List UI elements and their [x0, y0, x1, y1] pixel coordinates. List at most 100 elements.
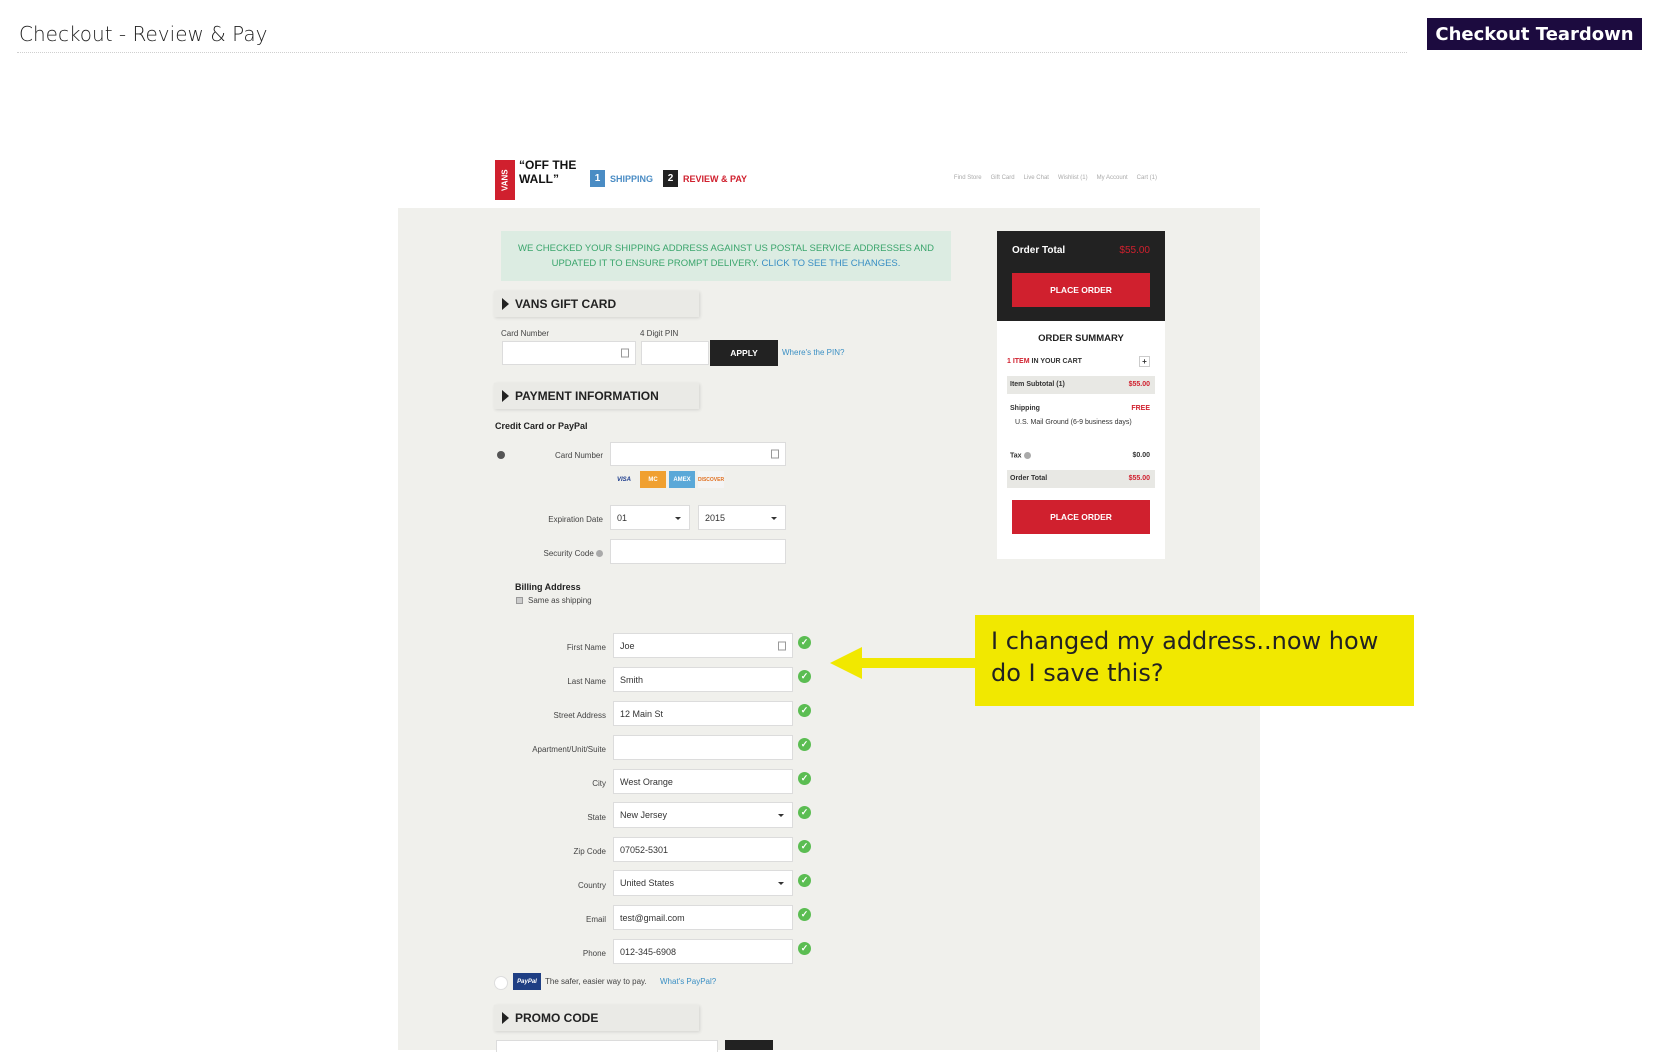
promo-apply-button[interactable]: [725, 1040, 773, 1050]
top-link[interactable]: Find Store: [954, 175, 982, 181]
chevron-down-icon: [675, 516, 681, 520]
caret-right-icon: [502, 390, 509, 402]
exp-month-select[interactable]: 01: [610, 505, 690, 530]
field-label: Email: [585, 915, 606, 924]
top-link[interactable]: Gift Card: [991, 175, 1015, 181]
field-label: City: [592, 779, 606, 788]
street-address-input[interactable]: 12 Main St: [613, 701, 793, 726]
apply-button[interactable]: APPLY: [710, 340, 778, 366]
city-input[interactable]: West Orange: [613, 769, 793, 794]
paypal-radio[interactable]: [494, 976, 508, 990]
help-icon[interactable]: [596, 550, 603, 558]
security-code-label: Security Code: [508, 549, 603, 558]
paypal-text: The safer, easier way to pay.: [545, 977, 647, 986]
field-label: Street Address: [553, 711, 606, 720]
top-link[interactable]: Wishlist (1): [1058, 175, 1088, 181]
payment-heading[interactable]: PAYMENT INFORMATION: [494, 383, 699, 409]
top-link[interactable]: Live Chat: [1024, 175, 1049, 181]
check-icon: ✓: [798, 772, 811, 785]
zip-code-input[interactable]: 07052-5301: [613, 837, 793, 862]
notice-link[interactable]: CLICK TO SEE THE CHANGES.: [762, 258, 901, 269]
card-number-label: Card Number: [554, 451, 603, 460]
gift-card-heading[interactable]: VANS GIFT CARD: [494, 291, 699, 317]
help-icon[interactable]: [1023, 452, 1031, 459]
field-label: Phone: [582, 949, 606, 958]
credit-card-radio[interactable]: [497, 451, 505, 459]
card-number-input[interactable]: [610, 442, 786, 466]
order-summary: ORDER SUMMARY 1 ITEM IN YOUR CART + Item…: [997, 321, 1165, 559]
order-total-value: $55.00: [1119, 245, 1150, 256]
chevron-down-icon: [778, 814, 784, 817]
apartment-input[interactable]: [613, 735, 793, 760]
expand-icon[interactable]: +: [1139, 356, 1150, 367]
amex-icon: AMEX: [669, 471, 695, 488]
address-notice: WE CHECKED YOUR SHIPPING ADDRESS AGAINST…: [501, 231, 951, 281]
promo-code-input[interactable]: [496, 1040, 718, 1052]
gift-pin-input[interactable]: [641, 341, 709, 365]
field-label: Last Name: [567, 677, 606, 686]
callout-text: I changed my address..now how do I save …: [991, 627, 1379, 687]
vans-logo-box[interactable]: VANS: [495, 160, 515, 200]
items-count: 1 ITEM: [1007, 358, 1030, 365]
visa-icon: VISA: [616, 476, 631, 483]
gift-pin-label: 4 Digit PIN: [640, 329, 679, 338]
top-links: Find Store Gift Card Live Chat Wishlist …: [954, 175, 1157, 181]
same-as-shipping-checkbox[interactable]: [516, 597, 523, 604]
tax-value: $0.00: [1132, 452, 1150, 459]
shipping-label: Shipping: [1010, 405, 1040, 412]
step-shipping[interactable]: 1 SHIPPING: [590, 170, 653, 187]
place-order-button[interactable]: PLACE ORDER: [1012, 273, 1150, 307]
vans-logo-text: “OFF THE WALL”: [519, 158, 577, 186]
top-link[interactable]: Cart (1): [1137, 175, 1157, 181]
country-select[interactable]: United States: [613, 870, 793, 896]
gift-card-number-input[interactable]: [502, 341, 636, 365]
site-header: VANS “OFF THE WALL” 1 SHIPPING 2 REVIEW …: [398, 148, 1260, 208]
exp-year-select[interactable]: 2015: [698, 505, 786, 530]
card-icon: [621, 348, 629, 358]
shipping-value: FREE: [1131, 405, 1150, 412]
field-label: Apartment/Unit/Suite: [532, 745, 606, 754]
gift-card-heading-label: VANS GIFT CARD: [515, 297, 617, 311]
field-value: 07052-5301: [620, 844, 669, 855]
last-name-input[interactable]: Smith: [613, 667, 793, 692]
header-rule: [17, 52, 1407, 53]
page-title: Checkout - Review & Pay: [19, 22, 268, 46]
field-label: State: [587, 813, 606, 822]
order-total-box: Order Total $55.00 PLACE ORDER: [997, 231, 1165, 321]
email-input[interactable]: test@gmail.com: [613, 905, 793, 930]
order-summary-heading: ORDER SUMMARY: [1038, 333, 1124, 344]
pin-help-link[interactable]: Where's the PIN?: [782, 348, 844, 357]
annotation-callout: I changed my address..now how do I save …: [975, 615, 1414, 706]
check-icon: ✓: [798, 670, 811, 683]
check-icon: ✓: [798, 908, 811, 921]
paypal-help-link[interactable]: What's PayPal?: [660, 977, 716, 986]
place-order-button-bottom[interactable]: PLACE ORDER: [1012, 500, 1150, 534]
tax-label: Tax: [1010, 452, 1022, 460]
step-number: 1: [590, 170, 605, 187]
check-icon: ✓: [798, 806, 811, 819]
field-value: 12 Main St: [620, 708, 664, 719]
check-icon: ✓: [798, 636, 811, 649]
check-icon: ✓: [798, 704, 811, 717]
state-select[interactable]: New Jersey: [613, 802, 793, 828]
items-suffix: IN YOUR CART: [1031, 358, 1082, 365]
gift-card-number-label: Card Number: [501, 329, 550, 338]
step-label: REVIEW & PAY: [683, 173, 748, 184]
exp-month-value: 01: [617, 512, 628, 523]
step-label: SHIPPING: [610, 173, 654, 184]
step-review-pay: 2 REVIEW & PAY: [663, 170, 747, 187]
cart-items-row[interactable]: 1 ITEM IN YOUR CART +: [1007, 356, 1155, 367]
expiration-label: Expiration Date: [548, 515, 603, 524]
top-link[interactable]: My Account: [1097, 175, 1128, 181]
summary-total-row: Order Total $55.00: [1007, 470, 1155, 488]
phone-input[interactable]: 012-345-6908: [613, 939, 793, 964]
exp-year-value: 2015: [705, 512, 726, 523]
security-code-input[interactable]: [610, 539, 786, 564]
summary-total-value: $55.00: [1128, 475, 1150, 482]
caret-right-icon: [502, 298, 509, 310]
promo-code-heading[interactable]: PROMO CODE: [494, 1005, 699, 1031]
first-name-input[interactable]: Joe: [613, 633, 793, 658]
caret-right-icon: [502, 1012, 509, 1024]
same-as-shipping-label: Same as shipping: [528, 596, 592, 605]
security-code-label-text: Security Code: [543, 549, 594, 558]
